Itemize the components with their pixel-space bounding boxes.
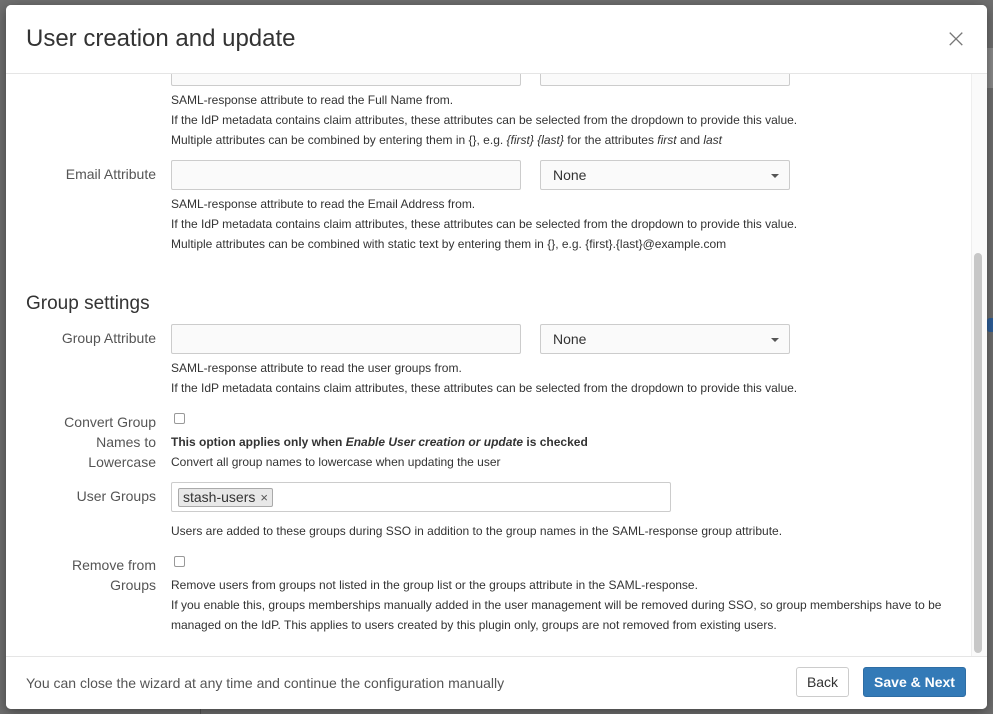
back-button[interactable]: Back bbox=[796, 667, 849, 697]
group-select-value: None bbox=[553, 331, 587, 347]
email-select-value: None bbox=[553, 167, 587, 183]
remove-tag-icon[interactable]: × bbox=[260, 490, 268, 505]
fullname-help-3-mid: for the attributes bbox=[563, 133, 658, 147]
fullname-attribute-select[interactable] bbox=[540, 74, 790, 86]
dialog-header: User creation and update × bbox=[6, 5, 987, 74]
fullname-help-3-text: Multiple attributes can be combined by e… bbox=[171, 133, 507, 147]
close-icon[interactable]: × bbox=[945, 26, 967, 52]
email-help-2: If the IdP metadata contains claim attri… bbox=[171, 217, 798, 231]
fullname-help-3-last: last bbox=[703, 133, 723, 147]
fullname-help-3-code: {first} {last} bbox=[506, 133, 564, 147]
remove-groups-label-2: Groups bbox=[110, 577, 156, 593]
email-attribute-select[interactable]: None bbox=[540, 160, 790, 190]
user-groups-label: User Groups bbox=[76, 488, 156, 504]
group-settings-title: Group settings bbox=[26, 293, 150, 314]
remove-groups-checkbox[interactable] bbox=[174, 556, 185, 567]
convert-lowercase-label-1: Convert Group bbox=[64, 414, 156, 430]
dialog-title: User creation and update bbox=[26, 25, 296, 52]
user-groups-help: Users are added to these groups during S… bbox=[171, 524, 783, 538]
fullname-help-1: SAML-response attribute to read the Full… bbox=[171, 93, 454, 107]
group-attribute-input[interactable] bbox=[171, 324, 521, 354]
convert-note-post: is checked bbox=[523, 435, 588, 449]
wizard-dialog: User creation and update × SAML-response… bbox=[6, 5, 987, 709]
email-help-1: SAML-response attribute to read the Emai… bbox=[171, 197, 476, 211]
convert-note-pre: This option applies only when bbox=[171, 435, 346, 449]
group-attribute-select[interactable]: None bbox=[540, 324, 790, 354]
fullname-help-3-first: first bbox=[657, 133, 677, 147]
user-groups-input[interactable]: stash-users × bbox=[171, 482, 671, 512]
save-next-button[interactable]: Save & Next bbox=[863, 667, 966, 697]
chevron-down-icon bbox=[771, 338, 779, 342]
convert-lowercase-label-3: Lowercase bbox=[88, 454, 156, 470]
convert-lowercase-checkbox[interactable] bbox=[174, 413, 185, 424]
backdrop-page-element bbox=[987, 318, 993, 332]
chevron-down-icon bbox=[771, 174, 779, 178]
footer-hint: You can close the wizard at any time and… bbox=[26, 675, 505, 691]
convert-lowercase-help: Convert all group names to lowercase whe… bbox=[171, 455, 501, 469]
convert-lowercase-label-2: Names to bbox=[96, 434, 156, 450]
convert-lowercase-note: This option applies only when Enable Use… bbox=[171, 432, 588, 452]
fullname-help-3: Multiple attributes can be combined by e… bbox=[171, 130, 722, 150]
group-attribute-help-2: If the IdP metadata contains claim attri… bbox=[171, 381, 798, 395]
user-group-tag-label: stash-users bbox=[183, 489, 256, 505]
scrollbar-thumb[interactable] bbox=[974, 253, 982, 653]
email-help-3: Multiple attributes can be combined with… bbox=[171, 237, 727, 251]
remove-groups-label-1: Remove from bbox=[71, 557, 156, 573]
group-attribute-help-1: SAML-response attribute to read the user… bbox=[171, 361, 462, 375]
fullname-help-3-and: and bbox=[676, 133, 704, 147]
user-group-tag: stash-users × bbox=[178, 488, 273, 507]
fullname-attribute-input[interactable] bbox=[171, 74, 521, 86]
dialog-footer: You can close the wizard at any time and… bbox=[6, 656, 987, 709]
fullname-help-2: If the IdP metadata contains claim attri… bbox=[171, 113, 798, 127]
remove-groups-help-2: If you enable this, groups memberships m… bbox=[171, 598, 942, 612]
remove-groups-help-1: Remove users from groups not listed in t… bbox=[171, 578, 698, 592]
convert-note-emphasis: Enable User creation or update bbox=[345, 435, 524, 449]
dialog-body: SAML-response attribute to read the Full… bbox=[6, 74, 972, 656]
group-attribute-label: Group Attribute bbox=[61, 330, 156, 346]
remove-groups-help-3: managed on the IdP. This applies to user… bbox=[171, 618, 777, 632]
email-attribute-input[interactable] bbox=[171, 160, 521, 190]
email-attribute-label: Email Attribute bbox=[65, 166, 156, 182]
